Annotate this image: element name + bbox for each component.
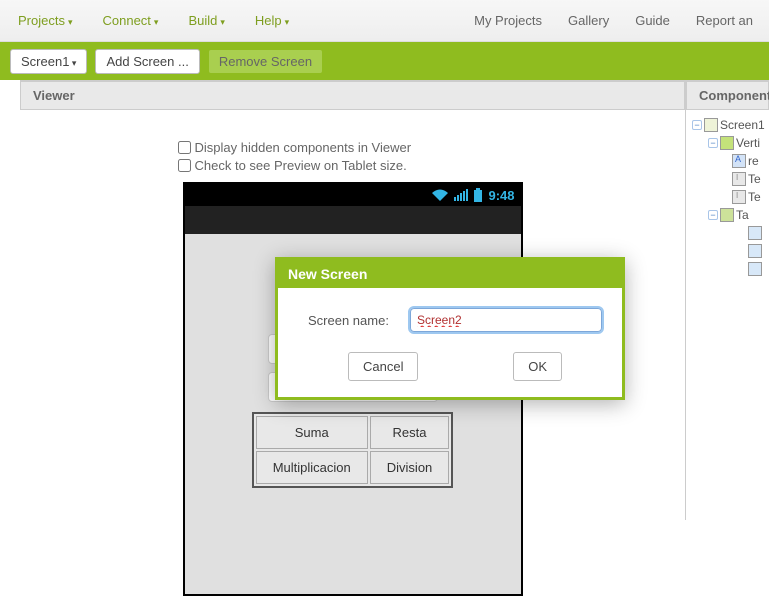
label-icon: A (732, 154, 746, 168)
screen-icon (704, 118, 718, 132)
tree-toggle-icon[interactable]: − (692, 120, 702, 130)
tree-item-screen[interactable]: Screen1 (720, 118, 765, 132)
viewer-header: Viewer (20, 81, 685, 110)
phone-clock: 9:48 (488, 188, 514, 203)
tree-toggle-icon[interactable]: − (708, 210, 718, 220)
phone-titlebar (185, 206, 521, 234)
menu-build[interactable]: Build▾ (176, 7, 236, 34)
signal-icon (454, 189, 468, 201)
table-icon (720, 208, 734, 222)
tree-toggle-icon[interactable]: − (708, 138, 718, 148)
tablet-preview-label: Check to see Preview on Tablet size. (195, 158, 407, 173)
tablet-preview-checkbox[interactable] (178, 159, 191, 172)
top-menu-bar: Projects▾ Connect▾ Build▾ Help▾ My Proje… (0, 0, 769, 42)
op-multiplicacion[interactable]: Multiplicacion (256, 451, 368, 484)
cancel-button[interactable]: Cancel (348, 352, 418, 381)
components-header: Components (686, 81, 769, 110)
components-panel: Components − Screen1 − Verti A re I Te I (685, 80, 769, 520)
tree-item-textbox2[interactable]: Te (748, 190, 761, 204)
dialog-title: New Screen (278, 260, 622, 288)
textbox-icon: I (732, 172, 746, 186)
tree-item-textbox1[interactable]: Te (748, 172, 761, 186)
tree-item-vertical[interactable]: Verti (736, 136, 760, 150)
link-guide[interactable]: Guide (625, 7, 680, 34)
screen-selector-button[interactable]: Screen1 (10, 49, 87, 74)
component-icon (748, 226, 762, 240)
add-screen-button[interactable]: Add Screen ... (95, 49, 199, 74)
screen-name-label: Screen name: (308, 313, 398, 328)
menu-projects[interactable]: Projects▾ (6, 7, 85, 34)
phone-statusbar: 9:48 (185, 184, 521, 206)
wifi-icon (432, 189, 448, 201)
remove-screen-button[interactable]: Remove Screen (208, 49, 323, 74)
component-icon (748, 244, 762, 258)
screen-name-input[interactable] (410, 308, 602, 332)
tree-item-table[interactable]: Ta (736, 208, 749, 222)
ok-button[interactable]: OK (513, 352, 562, 381)
link-my-projects[interactable]: My Projects (464, 7, 552, 34)
menu-help[interactable]: Help▾ (243, 7, 301, 34)
layout-icon (720, 136, 734, 150)
battery-icon (474, 188, 482, 202)
tree-item-label[interactable]: re (748, 154, 759, 168)
link-report-issue[interactable]: Report an (686, 7, 763, 34)
screen-toolbar: Screen1 Add Screen ... Remove Screen (0, 42, 769, 80)
component-icon (748, 262, 762, 276)
op-division[interactable]: Division (370, 451, 450, 484)
new-screen-dialog: New Screen Screen name: Cancel OK (275, 257, 625, 400)
menu-connect[interactable]: Connect▾ (91, 7, 171, 34)
op-resta[interactable]: Resta (370, 416, 450, 449)
preview-operations-table: Suma Resta Multiplicacion Division (252, 412, 454, 488)
display-hidden-checkbox[interactable] (178, 141, 191, 154)
textbox-icon: I (732, 190, 746, 204)
link-gallery[interactable]: Gallery (558, 7, 619, 34)
display-hidden-label: Display hidden components in Viewer (195, 140, 412, 155)
components-tree: − Screen1 − Verti A re I Te I Te (686, 110, 769, 278)
op-suma[interactable]: Suma (256, 416, 368, 449)
